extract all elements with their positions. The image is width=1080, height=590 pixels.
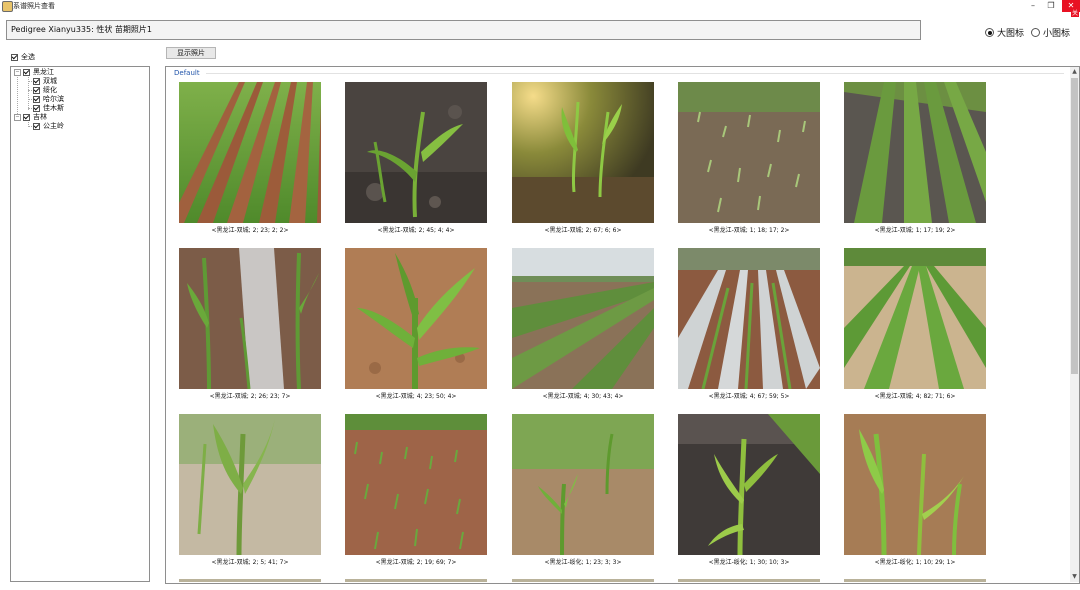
select-all-check-indicator[interactable] bbox=[11, 53, 18, 61]
photo-tile-partial[interactable] bbox=[512, 579, 654, 582]
photo-thumbnail[interactable] bbox=[512, 82, 654, 223]
tree-checkbox[interactable] bbox=[33, 122, 40, 130]
window-title: 系谱照片查看 bbox=[13, 2, 55, 10]
photo-caption: <黑龙江-绥化; 1; 30; 10; 3> bbox=[708, 559, 790, 566]
tree-node-label: 双城 bbox=[43, 77, 57, 85]
location-tree[interactable]: − 黑龙江 双城 绥化 哈尔滨 佳木斯 − 吉林 公主岭 bbox=[10, 66, 150, 582]
photo-caption: <黑龙江-双城; 2; 23; 2; 2> bbox=[211, 227, 289, 234]
tree-node-label: 黑龙江 bbox=[33, 68, 54, 76]
photo-caption: <黑龙江-双城; 2; 19; 69; 7> bbox=[375, 559, 457, 566]
photo-gallery[interactable]: Default <黑龙江-双城; 2; 23; 2; 2> <黑龙江-双城; 2… bbox=[165, 66, 1080, 584]
show-photos-button[interactable]: 显示照片 bbox=[166, 47, 216, 59]
photo-thumbnail[interactable] bbox=[179, 414, 321, 555]
tree-checkbox[interactable] bbox=[33, 95, 40, 103]
close-tab-label[interactable]: 关 bbox=[1070, 8, 1079, 17]
photo-tile-partial[interactable] bbox=[179, 579, 321, 582]
photo-caption: <黑龙江-双城; 4; 23; 50; 4> bbox=[375, 393, 457, 400]
photo-caption: <黑龙江-双城; 2; 26; 23; 7> bbox=[209, 393, 291, 400]
tree-connector bbox=[17, 74, 18, 118]
photo-thumbnail[interactable] bbox=[345, 414, 487, 555]
collapse-icon[interactable]: − bbox=[14, 113, 21, 121]
group-divider bbox=[206, 73, 1064, 74]
photo-caption: <黑龙江-绥化; 1; 23; 3; 3> bbox=[544, 559, 622, 566]
photo-thumbnail[interactable] bbox=[345, 82, 487, 223]
scrollbar-thumb[interactable] bbox=[1071, 78, 1078, 374]
photo-caption: <黑龙江-双城; 2; 67; 6; 6> bbox=[544, 227, 622, 234]
tree-node-jiamusi[interactable]: 佳木斯 bbox=[33, 104, 64, 112]
tree-node-label: 公主岭 bbox=[43, 122, 64, 130]
tree-node-jilin[interactable]: − 吉林 bbox=[14, 113, 47, 121]
tree-checkbox[interactable] bbox=[33, 86, 40, 94]
photo-thumbnail[interactable] bbox=[844, 248, 986, 389]
photo-thumbnail[interactable] bbox=[844, 82, 986, 223]
photo-thumbnail[interactable] bbox=[179, 82, 321, 223]
photo-caption: <黑龙江-双城; 1; 17; 19; 2> bbox=[874, 227, 956, 234]
large-icon-radio[interactable]: 大图标 bbox=[985, 26, 1024, 39]
app-icon bbox=[2, 1, 13, 12]
tree-checkbox[interactable] bbox=[23, 68, 30, 76]
photo-caption: <黑龙江-双城; 2; 5; 41; 7> bbox=[211, 559, 289, 566]
tree-node-label: 哈尔滨 bbox=[43, 95, 64, 103]
photo-caption: <黑龙江-双城; 4; 67; 59; 5> bbox=[708, 393, 790, 400]
large-icon-label: 大图标 bbox=[997, 29, 1025, 39]
scroll-down-icon[interactable]: ▼ bbox=[1070, 572, 1079, 581]
select-all-label: 全选 bbox=[21, 53, 35, 61]
photo-tile-partial[interactable] bbox=[678, 579, 820, 582]
radio-small-indicator[interactable] bbox=[1031, 28, 1040, 37]
collapse-icon[interactable]: − bbox=[14, 68, 21, 76]
photo-caption: <黑龙江-绥化; 1; 10; 29; 1> bbox=[874, 559, 956, 566]
title-bar: 系谱照片查看 – ❐ ✕ 关 bbox=[0, 0, 1080, 17]
photo-caption: <黑龙江-双城; 1; 18; 17; 2> bbox=[708, 227, 790, 234]
radio-large-indicator[interactable] bbox=[985, 28, 994, 37]
scroll-up-icon[interactable]: ▲ bbox=[1070, 67, 1079, 76]
photo-thumbnail[interactable] bbox=[678, 414, 820, 555]
photo-thumbnail[interactable] bbox=[345, 248, 487, 389]
tree-checkbox[interactable] bbox=[33, 104, 40, 112]
photo-thumbnail[interactable] bbox=[678, 82, 820, 223]
restore-icon[interactable]: ❐ bbox=[1040, 0, 1062, 12]
photo-caption: <黑龙江-双城; 4; 30; 43; 4> bbox=[542, 393, 624, 400]
photo-thumbnail[interactable] bbox=[512, 414, 654, 555]
tree-node-label: 佳木斯 bbox=[43, 104, 64, 112]
pedigree-trait-header: Pedigree Xianyu335: 性状 苗期照片1 bbox=[6, 20, 921, 40]
tree-checkbox[interactable] bbox=[33, 77, 40, 85]
tree-node-label: 吉林 bbox=[33, 113, 47, 121]
tree-node-shuangcheng[interactable]: 双城 bbox=[33, 77, 57, 85]
tree-node-heilongjiang[interactable]: − 黑龙江 bbox=[14, 68, 54, 76]
photo-thumbnail[interactable] bbox=[844, 414, 986, 555]
select-all-checkbox[interactable]: 全选 bbox=[11, 52, 35, 62]
tree-node-label: 绥化 bbox=[43, 86, 57, 94]
photo-tile-partial[interactable] bbox=[844, 579, 986, 582]
group-header-default: Default bbox=[174, 69, 200, 77]
photo-caption: <黑龙江-双城; 4; 82; 71; 6> bbox=[874, 393, 956, 400]
small-icon-label: 小图标 bbox=[1043, 29, 1071, 39]
tree-checkbox[interactable] bbox=[23, 113, 30, 121]
tree-node-suihua[interactable]: 绥化 bbox=[33, 86, 57, 94]
tree-node-harbin[interactable]: 哈尔滨 bbox=[33, 95, 64, 103]
photo-thumbnail[interactable] bbox=[179, 248, 321, 389]
photo-thumbnail[interactable] bbox=[512, 248, 654, 389]
tree-node-gongzhuling[interactable]: 公主岭 bbox=[33, 122, 64, 130]
photo-thumbnail[interactable] bbox=[678, 248, 820, 389]
photo-tile-partial[interactable] bbox=[345, 579, 487, 582]
small-icon-radio[interactable]: 小图标 bbox=[1031, 26, 1070, 39]
photo-caption: <黑龙江-双城; 2; 45; 4; 4> bbox=[377, 227, 455, 234]
